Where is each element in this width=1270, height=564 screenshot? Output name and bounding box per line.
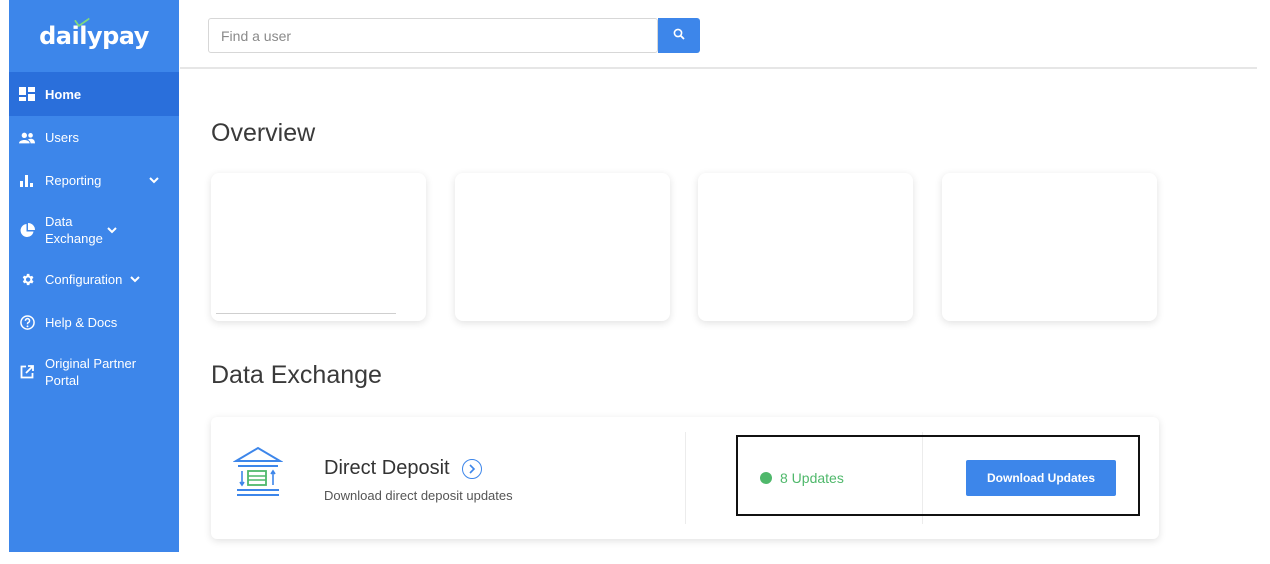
data-exchange-title: Data Exchange: [211, 361, 382, 389]
chevron-right-circle-icon[interactable]: [461, 458, 482, 479]
direct-deposit-title: Direct Deposit: [324, 457, 482, 480]
overview-card: [698, 173, 913, 321]
overview-title: Overview: [211, 119, 316, 147]
sidebar: dailypay Home Users Reporting Data Excha…: [9, 0, 179, 552]
direct-deposit-title-text: Direct Deposit: [324, 457, 450, 479]
sidebar-item-original-partner-portal[interactable]: Original Partner Portal: [9, 344, 179, 400]
dashboard-icon: [19, 86, 35, 102]
sidebar-item-users[interactable]: Users: [9, 116, 179, 159]
overview-card: [211, 173, 426, 321]
search-button[interactable]: [658, 18, 700, 53]
search-input[interactable]: [208, 18, 658, 53]
sidebar-item-label: Configuration: [45, 272, 123, 287]
sidebar-item-reporting[interactable]: Reporting: [9, 159, 179, 202]
sidebar-nav: Home Users Reporting Data Exchange Confi…: [9, 72, 179, 400]
sidebar-item-label: Users: [45, 130, 79, 145]
pie-chart-icon: [19, 222, 35, 238]
help-icon: [19, 315, 35, 331]
direct-deposit-card: Direct Deposit Download direct deposit u…: [211, 417, 1159, 539]
download-updates-button[interactable]: Download Updates: [966, 460, 1116, 496]
logo[interactable]: dailypay: [9, 0, 179, 72]
sidebar-item-label: Data Exchange: [45, 214, 103, 246]
logo-text: dailypay: [39, 22, 149, 50]
card-divider: [216, 313, 396, 314]
chevron-down-icon: [105, 226, 119, 234]
bar-chart-icon: [19, 173, 35, 189]
overview-card: [455, 173, 670, 321]
card-divider: [685, 432, 686, 524]
chevron-down-icon: [147, 177, 161, 184]
sidebar-item-label: Help & Docs: [45, 315, 118, 330]
search-icon: [673, 28, 685, 43]
sidebar-item-label: Original Partner Portal: [45, 356, 137, 388]
card-divider: [922, 432, 923, 524]
sidebar-item-configuration[interactable]: Configuration: [9, 258, 179, 301]
sidebar-item-data-exchange[interactable]: Data Exchange: [9, 202, 179, 258]
status-dot-icon: [760, 472, 772, 484]
chevron-down-icon: [128, 276, 142, 283]
overview-card: [942, 173, 1157, 321]
sidebar-item-label: Reporting: [45, 173, 102, 188]
sidebar-item-label: Home: [45, 86, 82, 102]
top-bar: [180, 0, 1257, 69]
external-link-icon: [19, 364, 35, 380]
sidebar-item-help-docs[interactable]: Help & Docs: [9, 301, 179, 344]
sidebar-item-home[interactable]: Home: [9, 72, 179, 116]
updates-count: 8 Updates: [780, 470, 844, 486]
bank-transfer-icon: [232, 445, 284, 510]
updates-status: 8 Updates: [760, 470, 844, 486]
direct-deposit-subtitle: Download direct deposit updates: [324, 488, 513, 503]
gear-icon: [19, 272, 35, 288]
users-icon: [19, 130, 35, 146]
